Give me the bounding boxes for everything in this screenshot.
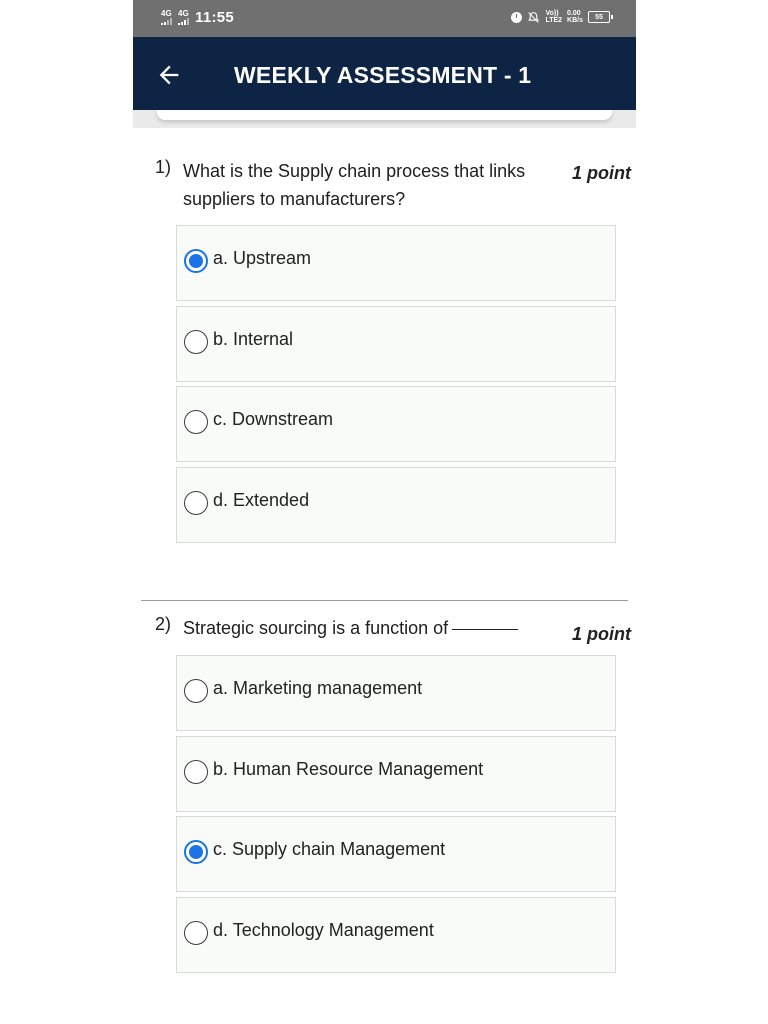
speed-value: 0.00 — [567, 10, 581, 17]
phone-screen: 4G 4G 11:55 Vo)) LTE2 0.00 KB/s 55 WEEKL… — [133, 0, 636, 1024]
card-shadow — [133, 110, 636, 128]
status-time: 11:55 — [195, 9, 235, 26]
notifications-off-icon — [528, 11, 540, 23]
question-number: 1) — [155, 157, 172, 177]
question-number: 2) — [155, 614, 172, 634]
alarm-icon — [511, 11, 523, 23]
question-points: 1 point — [572, 624, 631, 644]
status-left: 4G 4G 11:55 — [161, 9, 234, 26]
battery-level: 55 — [595, 13, 603, 21]
option-label: b. Human Resource Management — [213, 759, 484, 779]
q2-option-b[interactable]: b. Human Resource Management — [176, 736, 616, 812]
arrow-left-icon — [159, 65, 179, 85]
radio-unselected-icon[interactable] — [184, 491, 208, 515]
question-points: 1 point — [572, 163, 631, 183]
speed-unit: KB/s — [567, 17, 583, 24]
option-label: b. Internal — [213, 329, 294, 349]
back-button[interactable] — [151, 57, 187, 93]
option-label: a. Upstream — [213, 248, 312, 268]
option-label: c. Supply chain Management — [213, 839, 446, 859]
radio-unselected-icon[interactable] — [184, 760, 208, 784]
q1-option-c[interactable]: c. Downstream — [176, 386, 616, 462]
network-2-label: 4G — [178, 9, 189, 18]
question-divider — [141, 600, 628, 601]
radio-selected-icon[interactable] — [184, 840, 208, 864]
data-speed: 0.00 KB/s — [567, 10, 583, 24]
card-edge — [157, 110, 612, 120]
signal-2-icon: 4G — [178, 10, 189, 25]
q1-option-d[interactable]: d. Extended — [176, 467, 616, 543]
question-text: What is the Supply chain process that li… — [183, 161, 526, 209]
q2-option-c[interactable]: c. Supply chain Management — [176, 816, 616, 892]
app-bar: WEEKLY ASSESSMENT - 1 — [133, 37, 636, 110]
volte-bottom: LTE2 — [545, 17, 563, 24]
q2-option-a[interactable]: a. Marketing management — [176, 655, 616, 731]
radio-unselected-icon[interactable] — [184, 410, 208, 434]
volte-top: Vo)) — [545, 10, 559, 17]
option-label: d. Technology Management — [213, 920, 434, 940]
q2-option-d[interactable]: d. Technology Management — [176, 897, 616, 973]
radio-unselected-icon[interactable] — [184, 330, 208, 354]
q1-option-b[interactable]: b. Internal — [176, 306, 616, 382]
option-label: c. Downstream — [213, 409, 334, 429]
signal-1-icon: 4G — [161, 10, 172, 25]
question-text: Strategic sourcing is a function of — [183, 618, 449, 638]
volte-indicator: Vo)) LTE2 — [545, 10, 562, 24]
status-bar: 4G 4G 11:55 Vo)) LTE2 0.00 KB/s 55 — [133, 0, 636, 37]
question-text-row: Strategic sourcing is a function of — [183, 614, 583, 642]
radio-selected-icon[interactable] — [184, 249, 208, 273]
fill-blank-line — [452, 629, 519, 630]
option-label: d. Extended — [213, 490, 310, 510]
radio-unselected-icon[interactable] — [184, 921, 208, 945]
radio-unselected-icon[interactable] — [184, 679, 208, 703]
q1-option-a[interactable]: a. Upstream — [176, 225, 616, 301]
option-label: a. Marketing management — [213, 678, 423, 698]
battery-icon: 55 — [588, 11, 613, 23]
network-1-label: 4G — [161, 9, 172, 18]
status-right: Vo)) LTE2 0.00 KB/s 55 — [511, 10, 613, 24]
page-title: WEEKLY ASSESSMENT - 1 — [234, 62, 532, 88]
